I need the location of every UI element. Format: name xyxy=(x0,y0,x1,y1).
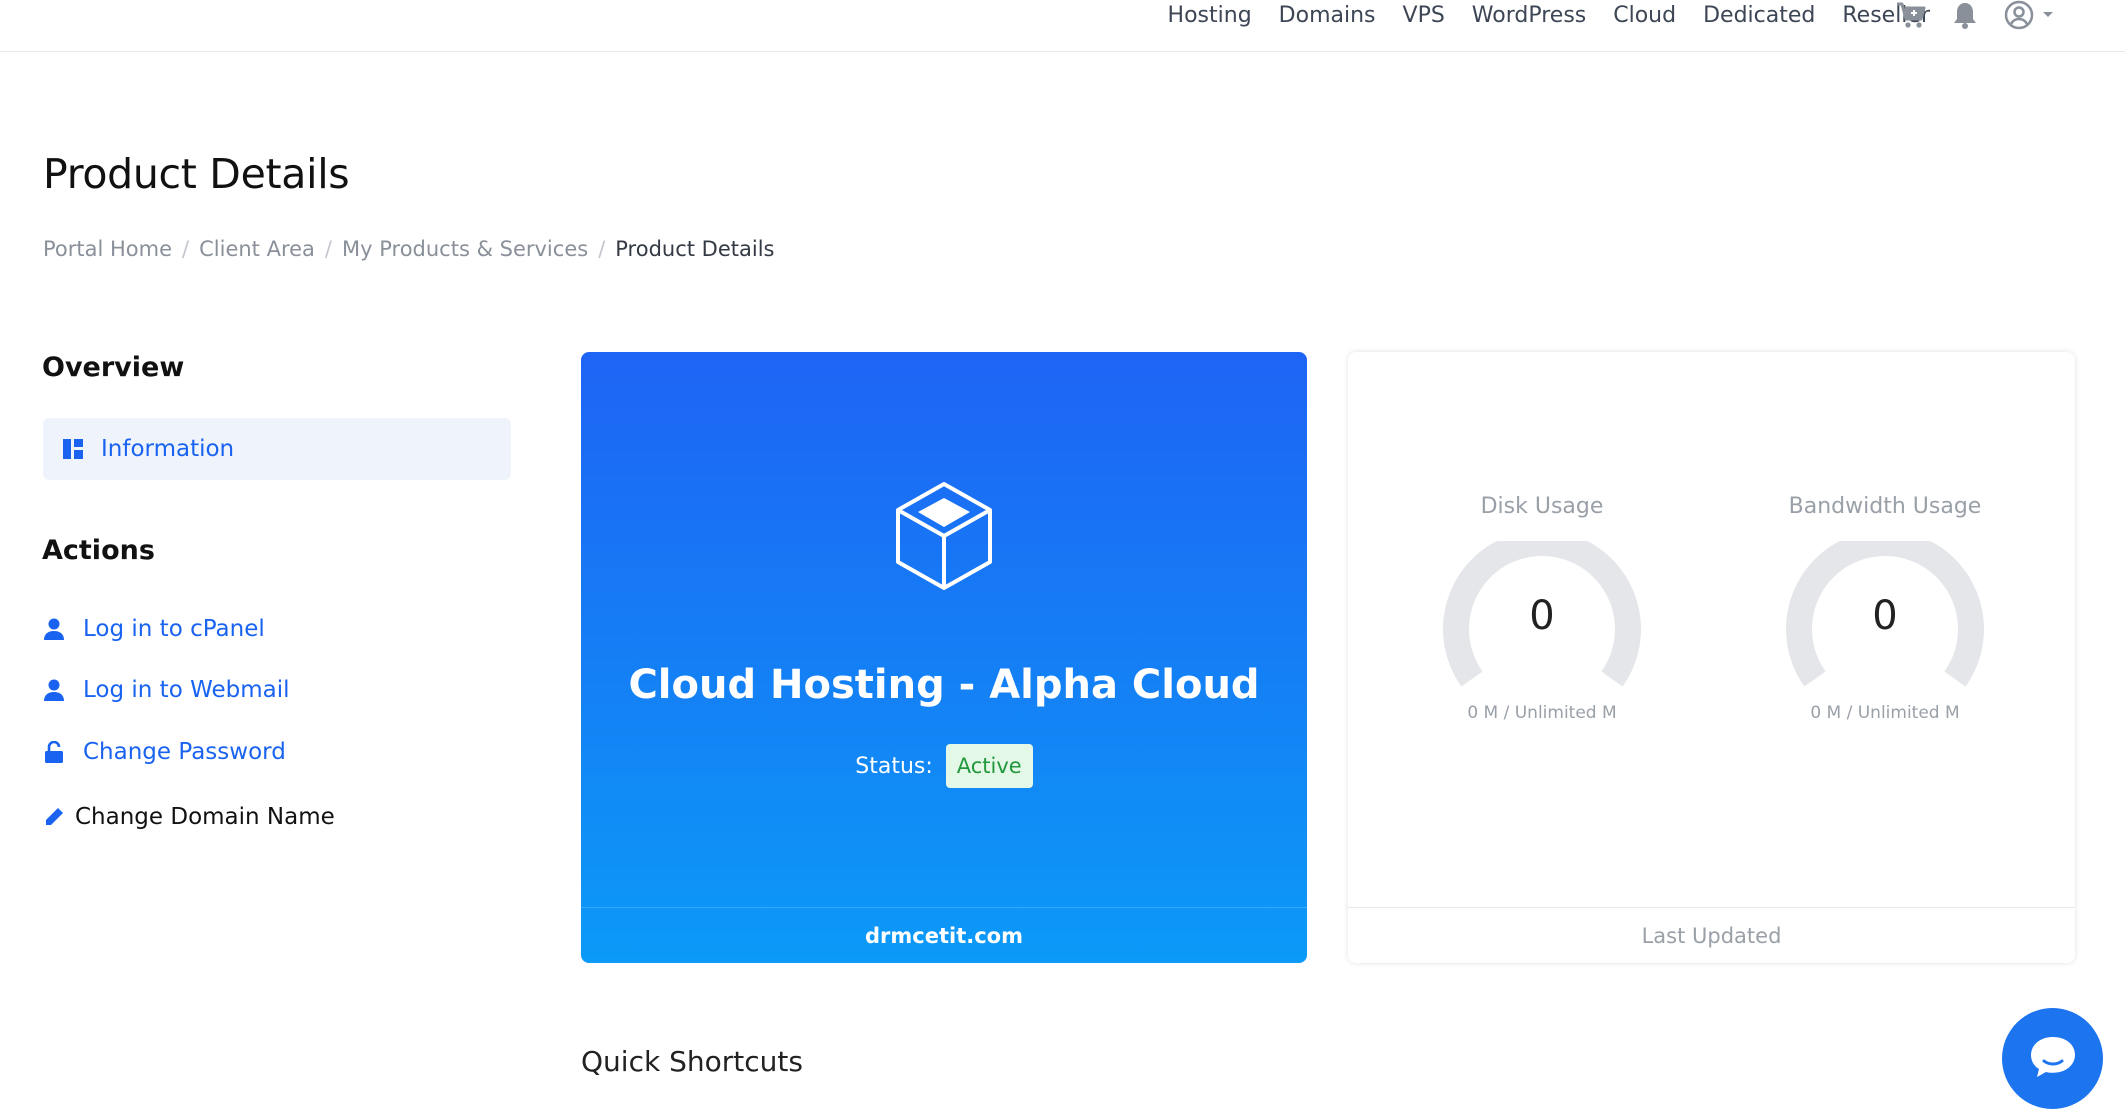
disk-usage-caption: 0 M / Unlimited M xyxy=(1467,703,1617,723)
breadcrumb-separator: / xyxy=(598,237,606,261)
nav-hosting[interactable]: Hosting xyxy=(1168,3,1252,28)
change-password-link[interactable]: Change Password xyxy=(43,739,286,765)
breadcrumb-portal-home[interactable]: Portal Home xyxy=(43,237,172,261)
nav-icons xyxy=(1895,0,2077,30)
sidebar-item-label: Information xyxy=(101,436,235,462)
status-badge: Active xyxy=(945,744,1033,788)
quick-shortcuts-heading: Quick Shortcuts xyxy=(581,1045,803,1078)
nav-cloud[interactable]: Cloud xyxy=(1613,3,1676,28)
disk-usage-block: Disk Usage 0 0 M / Unlimited M xyxy=(1412,494,1672,723)
user-icon xyxy=(43,679,65,701)
chat-bubble-icon xyxy=(2028,1034,2078,1084)
disk-usage-value: 0 xyxy=(1529,593,1555,639)
main-nav: Hosting Domains VPS WordPress Cloud Dedi… xyxy=(1141,0,1930,30)
breadcrumb-client-area[interactable]: Client Area xyxy=(199,237,315,261)
user-icon xyxy=(43,618,65,640)
page-title: Product Details xyxy=(43,150,350,198)
bell-icon[interactable] xyxy=(1949,0,1981,30)
status-row: Status: Active xyxy=(581,744,1307,788)
disk-usage-gauge: 0 xyxy=(1442,541,1642,701)
bandwidth-usage-value: 0 xyxy=(1872,593,1898,639)
change-domain-name-link[interactable]: Change Domain Name xyxy=(43,804,335,830)
disk-usage-title: Disk Usage xyxy=(1480,494,1604,519)
action-label: Log in to cPanel xyxy=(83,616,265,642)
action-label: Change Password xyxy=(83,739,286,765)
dashboard-icon xyxy=(63,439,83,459)
nav-wordpress[interactable]: WordPress xyxy=(1472,3,1586,28)
status-label: Status: xyxy=(855,753,933,779)
cube-icon xyxy=(893,480,995,596)
product-domain-link[interactable]: drmcetit.com xyxy=(581,907,1307,963)
bandwidth-usage-caption: 0 M / Unlimited M xyxy=(1810,703,1960,723)
nav-vps[interactable]: VPS xyxy=(1403,3,1445,28)
breadcrumb-current: Product Details xyxy=(615,237,775,261)
top-navbar: Hosting Domains VPS WordPress Cloud Dedi… xyxy=(0,0,2125,52)
breadcrumb-separator: / xyxy=(182,237,190,261)
lock-icon xyxy=(43,741,65,763)
breadcrumb-separator: / xyxy=(324,237,332,261)
bandwidth-usage-block: Bandwidth Usage 0 0 M / Unlimited M xyxy=(1755,494,2015,723)
bandwidth-usage-title: Bandwidth Usage xyxy=(1788,494,1982,519)
pencil-icon xyxy=(43,807,65,827)
login-cpanel-link[interactable]: Log in to cPanel xyxy=(43,616,265,642)
usage-card: Disk Usage 0 0 M / Unlimited M Bandwidth… xyxy=(1348,352,2075,963)
last-updated: Last Updated xyxy=(1348,907,2075,963)
caret-down-icon[interactable] xyxy=(2041,0,2055,30)
nav-domains[interactable]: Domains xyxy=(1279,3,1376,28)
bandwidth-usage-gauge: 0 xyxy=(1785,541,1985,701)
product-card: Cloud Hosting - Alpha Cloud Status: Acti… xyxy=(581,352,1307,963)
nav-dedicated[interactable]: Dedicated xyxy=(1703,3,1815,28)
actions-heading: Actions xyxy=(42,535,155,566)
chat-button[interactable] xyxy=(2002,1008,2103,1109)
cart-icon[interactable] xyxy=(1895,0,1927,30)
overview-heading: Overview xyxy=(42,352,185,383)
breadcrumb-my-products[interactable]: My Products & Services xyxy=(342,237,588,261)
sidebar-item-information[interactable]: Information xyxy=(43,418,511,480)
product-name: Cloud Hosting - Alpha Cloud xyxy=(628,662,1260,708)
user-circle-icon[interactable] xyxy=(2003,0,2035,30)
breadcrumb: Portal Home / Client Area / My Products … xyxy=(43,237,774,261)
action-label: Change Domain Name xyxy=(75,804,335,830)
action-label: Log in to Webmail xyxy=(83,677,290,703)
login-webmail-link[interactable]: Log in to Webmail xyxy=(43,677,290,703)
